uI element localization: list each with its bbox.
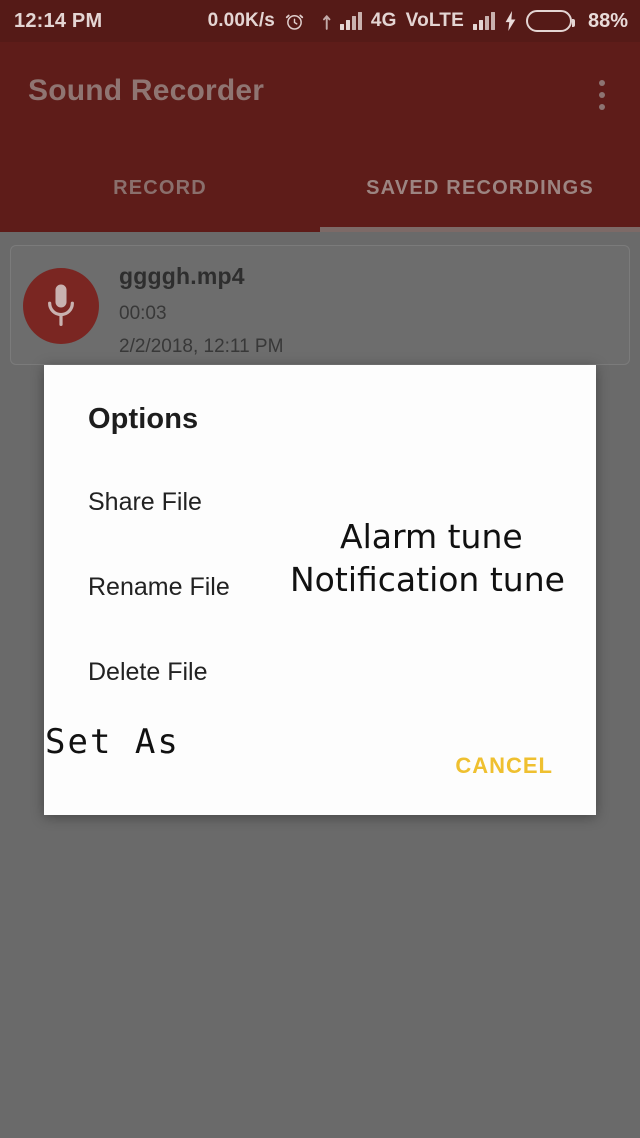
signal-bars-icon [339,12,362,30]
status-bar: 12:14 PM 0.00K/s 4G VoLTE 88% [0,0,640,42]
tab-record[interactable]: RECORD [0,144,320,232]
dialog-option-alarm-tune[interactable]: Alarm tune [340,517,523,556]
cancel-button[interactable]: CANCEL [455,753,553,779]
lightning-bolt-icon [504,11,517,31]
battery-percent-label: 88% [587,9,628,32]
recording-duration: 00:03 [119,303,167,324]
dialog-option-notification-tune[interactable]: Notification tune [290,560,565,599]
dialog-option-rename-file[interactable]: Rename File [88,573,230,602]
recording-name: ggggh.mp4 [119,263,245,289]
network-type-label: 4G [370,10,397,31]
overflow-dot-icon [599,92,605,98]
app-bar: Sound Recorder RECORD SAVED RECORDINGS [0,42,640,232]
overflow-dot-icon [599,104,605,110]
dialog-option-set-as[interactable]: Set As [45,722,180,762]
overflow-dot-icon [599,80,605,86]
alarm-clock-icon [284,11,305,32]
dialog-title: Options [88,403,199,435]
recording-date: 2/2/2018, 12:11 PM [119,336,284,357]
signal-bars-icon-secondary [472,12,495,30]
tab-saved-recordings[interactable]: SAVED RECORDINGS [320,144,640,232]
phone-screen: 12:14 PM 0.00K/s 4G VoLTE 88% Sound Reco… [0,0,640,1138]
battery-icon [525,10,575,32]
overflow-menu-button[interactable] [590,78,614,112]
tab-record-label: RECORD [113,176,207,199]
status-icon-group: 0.00K/s 4G VoLTE 88% [208,10,628,33]
network-speed-label: 0.00K/s [207,10,275,31]
tab-saved-recordings-label: SAVED RECORDINGS [366,176,594,199]
list-item[interactable]: ggggh.mp4 00:03 2/2/2018, 12:11 PM [10,245,630,365]
data-transfer-icon [314,12,331,31]
dialog-option-delete-file[interactable]: Delete File [88,658,208,687]
tab-bar: RECORD SAVED RECORDINGS [0,144,640,232]
status-clock: 12:14 PM [14,9,103,32]
options-dialog: Options Share File Rename File Delete Fi… [44,365,596,815]
volte-label: VoLTE [405,10,464,31]
page-title: Sound Recorder [28,74,265,107]
dialog-option-share-file[interactable]: Share File [88,488,202,517]
microphone-icon [23,268,99,344]
